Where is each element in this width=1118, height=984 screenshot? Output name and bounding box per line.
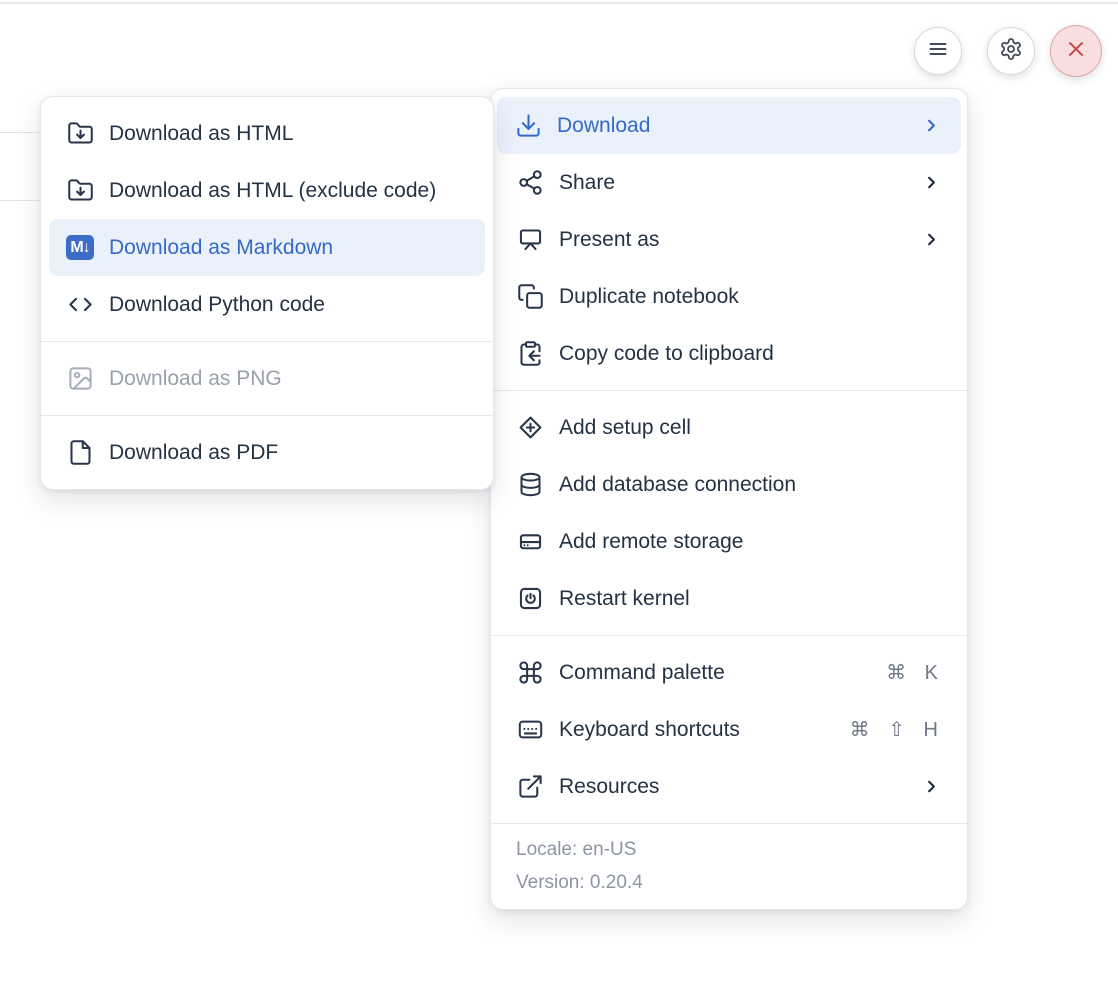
close-icon (1063, 36, 1089, 67)
image-icon (66, 365, 94, 392)
hamburger-icon (926, 37, 950, 66)
menu-item-label: Download as PDF (109, 441, 278, 465)
gear-icon (999, 37, 1023, 66)
chevron-right-icon (922, 777, 941, 796)
menu-item-download-as-html-exclude-code[interactable]: Download as HTML (exclude code) (41, 162, 493, 219)
menu-item-add-setup-cell[interactable]: Add setup cell (491, 399, 967, 456)
menu-item-label: Download (557, 114, 650, 138)
external-link-icon (516, 773, 544, 800)
chevron-right-icon (922, 116, 941, 135)
settings-button[interactable] (987, 27, 1035, 75)
menu-item-label: Add database connection (559, 473, 796, 497)
menu-separator (491, 390, 967, 391)
keyboard-shortcut-hint: ⌘ K (886, 660, 941, 685)
share-icon (516, 169, 544, 196)
menu-item-label: Resources (559, 775, 659, 799)
background-cell-border (0, 132, 41, 133)
menu-item-duplicate-notebook[interactable]: Duplicate notebook (491, 268, 967, 325)
folder-download-icon (66, 177, 94, 204)
menu-item-share[interactable]: Share (491, 154, 967, 211)
menu-item-label: Add remote storage (559, 530, 743, 554)
menu-item-label: Duplicate notebook (559, 285, 739, 309)
menu-item-download-as-png: Download as PNG (41, 350, 493, 407)
power-icon (516, 585, 544, 612)
database-icon (516, 471, 544, 498)
menu-item-download-python-code[interactable]: Download Python code (41, 276, 493, 333)
menu-item-keyboard-shortcuts[interactable]: Keyboard shortcuts ⌘ ⇧ H (491, 701, 967, 758)
menu-item-download-as-pdf[interactable]: Download as PDF (41, 424, 493, 481)
page-top-border (0, 2, 1118, 4)
chevron-right-icon (922, 230, 941, 249)
menu-separator (491, 635, 967, 636)
menu-item-label: Copy code to clipboard (559, 342, 774, 366)
menu-item-label: Command palette (559, 661, 725, 685)
menu-item-download-as-markdown[interactable]: M↓ Download as Markdown (49, 219, 485, 276)
menu-item-command-palette[interactable]: Command palette ⌘ K (491, 644, 967, 701)
menu-item-label: Present as (559, 228, 659, 252)
menu-separator (41, 341, 493, 342)
menu-item-label: Download Python code (109, 293, 325, 317)
menu-item-present-as[interactable]: Present as (491, 211, 967, 268)
presentation-icon (516, 226, 544, 253)
menu-item-download-as-html[interactable]: Download as HTML (41, 105, 493, 162)
background-cell-border (0, 200, 41, 201)
close-button[interactable] (1050, 25, 1102, 77)
menu-footer: Locale: en-US Version: 0.20.4 (491, 823, 967, 909)
menu-item-restart-kernel[interactable]: Restart kernel (491, 570, 967, 627)
keyboard-shortcut-hint: ⌘ ⇧ H (850, 717, 941, 742)
notebook-menu-button[interactable] (914, 27, 962, 75)
menu-item-copy-code-to-clipboard[interactable]: Copy code to clipboard (491, 325, 967, 382)
version-info: Version: 0.20.4 (516, 866, 942, 899)
copy-icon (516, 283, 544, 310)
menu-item-download[interactable]: Download (497, 97, 961, 154)
app-canvas: Download Share Present as Duplicate note… (0, 0, 1118, 984)
download-submenu: Download as HTML Download as HTML (exclu… (40, 96, 494, 490)
command-icon (516, 659, 544, 686)
diamond-plus-icon (516, 414, 544, 441)
menu-item-label: Download as HTML (exclude code) (109, 179, 436, 203)
menu-item-label: Keyboard shortcuts (559, 718, 740, 742)
notebook-actions-menu: Download Share Present as Duplicate note… (490, 88, 968, 910)
hard-drive-icon (516, 528, 544, 555)
chevron-right-icon (922, 173, 941, 192)
menu-item-resources[interactable]: Resources (491, 758, 967, 815)
code-icon (66, 291, 94, 318)
download-icon (514, 112, 542, 139)
clipboard-copy-icon (516, 340, 544, 367)
menu-item-label: Download as PNG (109, 367, 282, 391)
folder-download-icon (66, 120, 94, 147)
menu-item-label: Download as HTML (109, 122, 293, 146)
menu-item-add-database-connection[interactable]: Add database connection (491, 456, 967, 513)
menu-item-label: Add setup cell (559, 416, 691, 440)
keyboard-icon (516, 716, 544, 743)
menu-separator (41, 415, 493, 416)
menu-item-add-remote-storage[interactable]: Add remote storage (491, 513, 967, 570)
menu-item-label: Share (559, 171, 615, 195)
markdown-icon: M↓ (66, 235, 94, 260)
locale-info: Locale: en-US (516, 833, 942, 866)
file-icon (66, 439, 94, 466)
menu-item-label: Restart kernel (559, 587, 690, 611)
menu-item-label: Download as Markdown (109, 236, 333, 260)
